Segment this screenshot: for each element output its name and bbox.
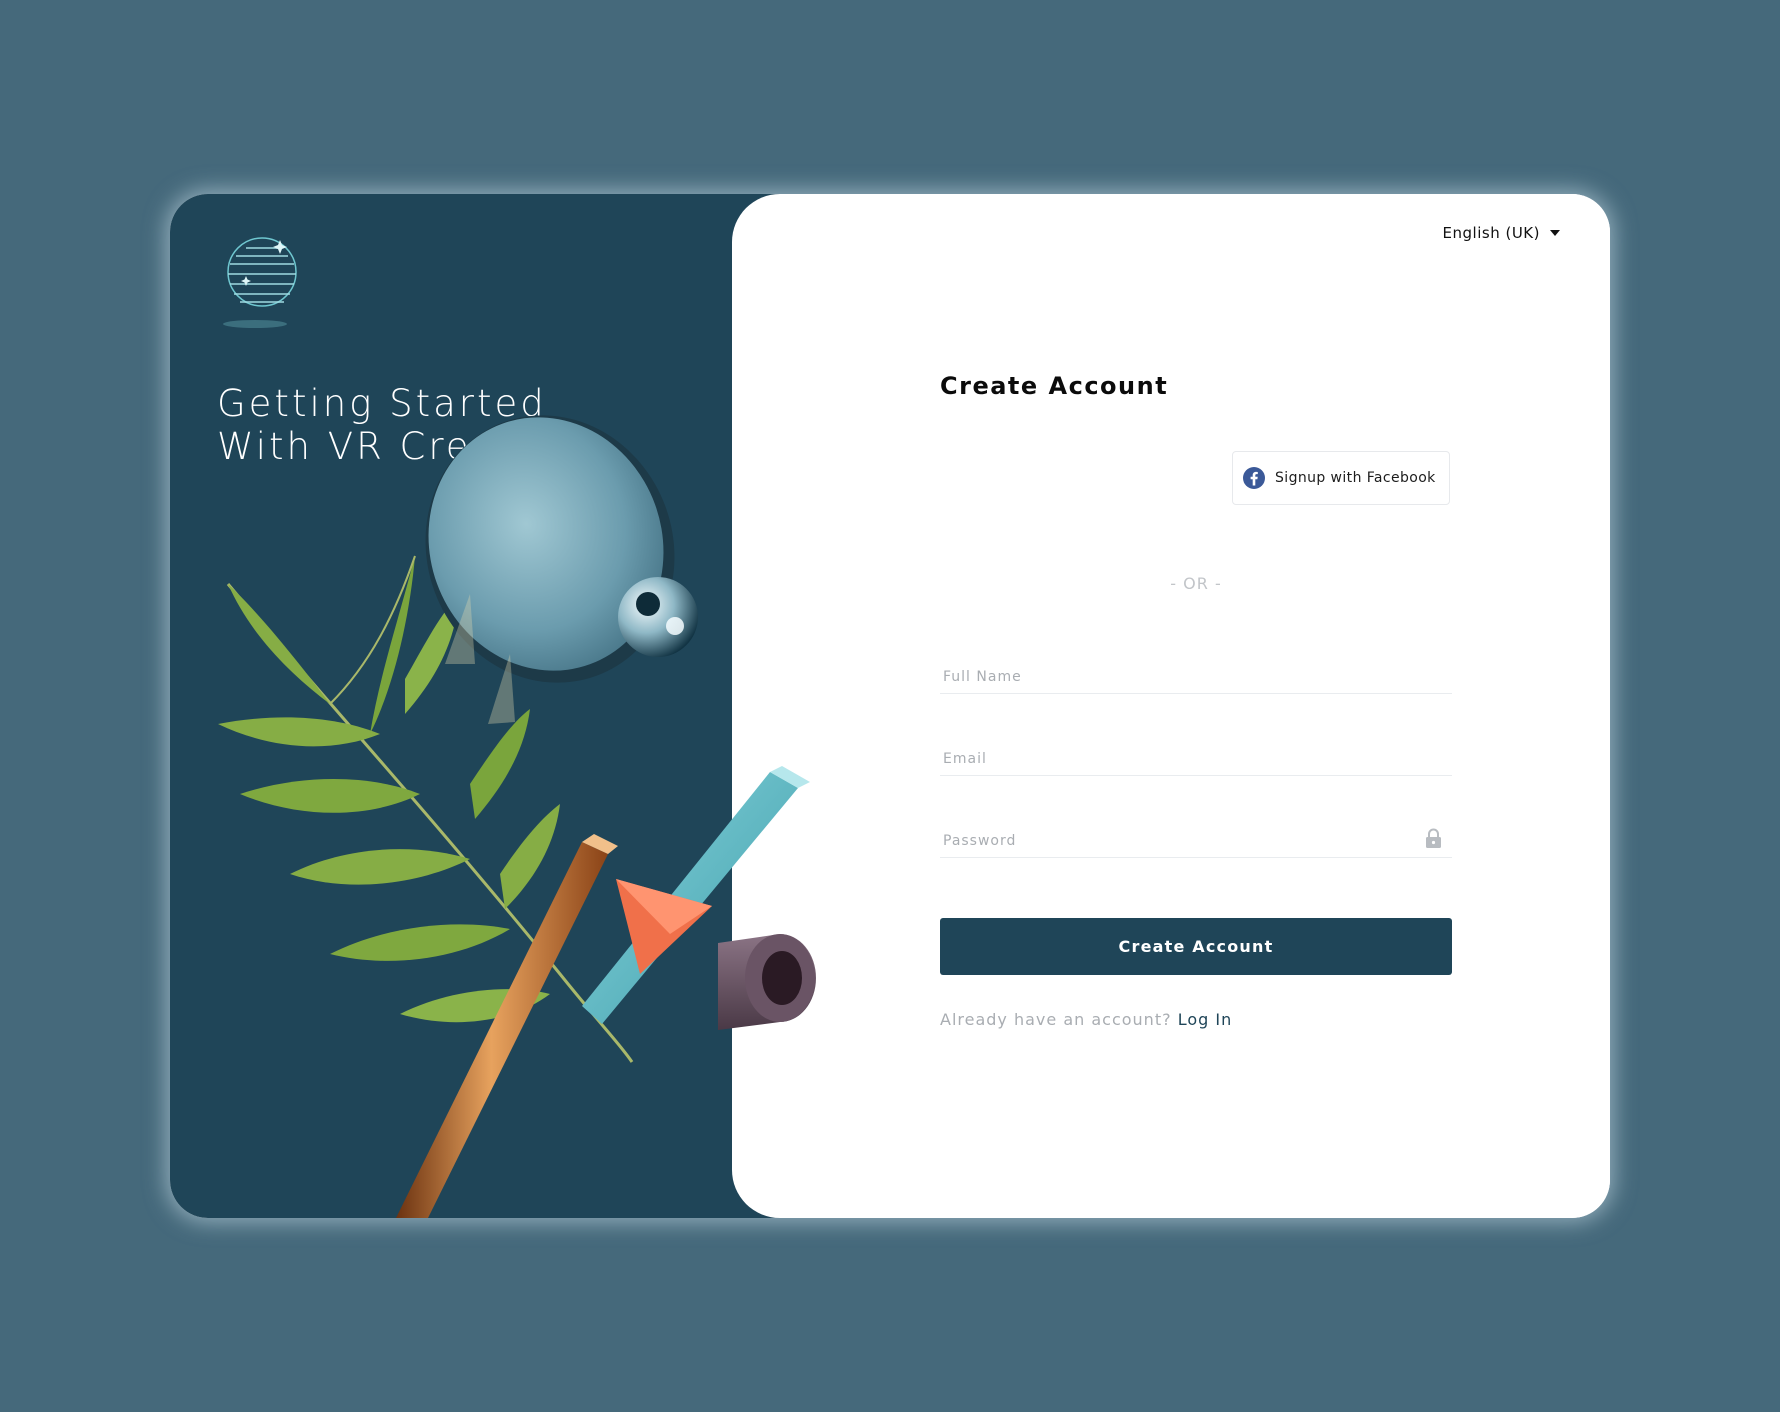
globe-logo-icon — [223, 237, 297, 328]
hero-panel: Getting Started With VR Creation — [170, 194, 790, 1218]
email-field-wrapper — [940, 723, 1452, 776]
chevron-down-icon — [1550, 230, 1560, 236]
full-name-input[interactable] — [940, 669, 1413, 685]
hero-title: Getting Started With VR Creation — [217, 382, 581, 468]
password-field-wrapper — [940, 805, 1452, 858]
lock-icon — [1426, 828, 1441, 848]
facebook-signup-label: Signup with Facebook — [1275, 470, 1436, 486]
facebook-signup-button[interactable]: Signup with Facebook — [1232, 451, 1450, 505]
create-account-button[interactable]: Create Account — [940, 918, 1452, 975]
or-separator: - OR - — [1170, 574, 1222, 593]
signup-card: Getting Started With VR Creation English… — [170, 194, 1610, 1218]
full-name-field-wrapper — [940, 641, 1452, 694]
password-input[interactable] — [940, 833, 1413, 849]
email-input[interactable] — [940, 751, 1413, 767]
login-prompt-text: Already have an account? — [940, 1010, 1172, 1029]
facebook-icon — [1243, 467, 1265, 489]
login-prompt: Already have an account? Log In — [940, 1010, 1232, 1029]
language-selector[interactable]: English (UK) — [1443, 224, 1560, 242]
language-label: English (UK) — [1442, 224, 1540, 242]
page-title: Create Account — [940, 372, 1169, 400]
login-link[interactable]: Log In — [1178, 1010, 1233, 1029]
form-panel: English (UK) Create Account Signup with … — [732, 194, 1610, 1218]
